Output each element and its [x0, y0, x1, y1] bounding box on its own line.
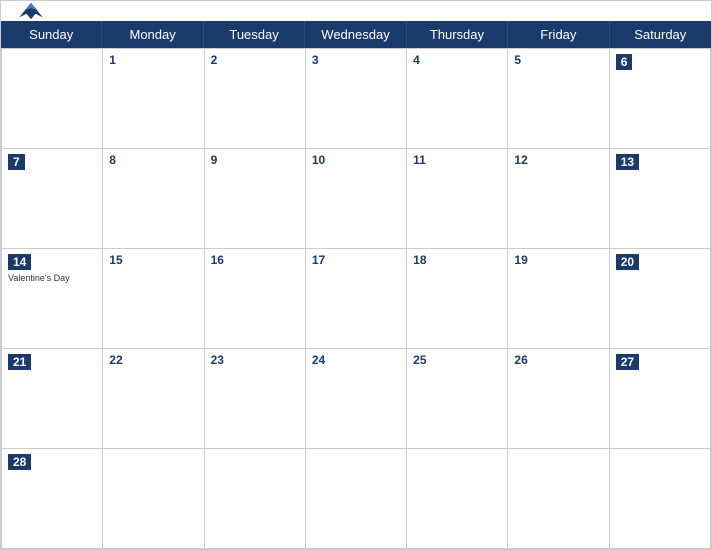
day-number: 10 — [312, 153, 400, 167]
day-cell: 11 — [407, 149, 508, 249]
day-number: 22 — [109, 353, 197, 367]
day-cell: 25 — [407, 349, 508, 449]
day-cell: 20 — [610, 249, 711, 349]
event-label: Valentine's Day — [8, 273, 96, 283]
day-cell: 21 — [2, 349, 103, 449]
day-cell: 10 — [306, 149, 407, 249]
day-number: 26 — [514, 353, 602, 367]
day-cell — [205, 449, 306, 549]
day-number: 23 — [211, 353, 299, 367]
day-number: 13 — [616, 154, 639, 170]
day-cell: 18 — [407, 249, 508, 349]
day-cell: 8 — [103, 149, 204, 249]
day-cell: 12 — [508, 149, 609, 249]
day-number: 16 — [211, 253, 299, 267]
day-cell — [306, 449, 407, 549]
day-number: 21 — [8, 354, 31, 370]
calendar-grid: 1234567891011121314Valentine's Day151617… — [1, 48, 711, 549]
day-cell: 14 Valentine's Day — [2, 249, 103, 349]
day-number: 20 — [616, 254, 639, 270]
day-cell: 13 — [610, 149, 711, 249]
day-number: 24 — [312, 353, 400, 367]
day-cell: 16 — [205, 249, 306, 349]
day-header-tuesday: Tuesday — [204, 21, 305, 48]
day-header-wednesday: Wednesday — [305, 21, 406, 48]
day-header-sunday: Sunday — [1, 21, 102, 48]
day-header-thursday: Thursday — [407, 21, 508, 48]
day-cell: 6 — [610, 49, 711, 149]
day-number: 2 — [211, 53, 299, 67]
day-cell — [103, 449, 204, 549]
day-number: 8 — [109, 153, 197, 167]
day-header-monday: Monday — [102, 21, 203, 48]
day-number: 28 — [8, 454, 31, 470]
day-number: 1 — [109, 53, 197, 67]
day-cell: 26 — [508, 349, 609, 449]
day-cell — [610, 449, 711, 549]
day-cell: 28 — [2, 449, 103, 549]
day-cell: 27 — [610, 349, 711, 449]
day-number: 5 — [514, 53, 602, 67]
day-cell: 3 — [306, 49, 407, 149]
day-number: 12 — [514, 153, 602, 167]
day-header-saturday: Saturday — [610, 21, 711, 48]
day-cell: 22 — [103, 349, 204, 449]
day-cell: 7 — [2, 149, 103, 249]
day-number: 3 — [312, 53, 400, 67]
day-number: 6 — [616, 54, 633, 70]
calendar: SundayMondayTuesdayWednesdayThursdayFrid… — [0, 0, 712, 550]
day-cell: 1 — [103, 49, 204, 149]
calendar-header — [1, 1, 711, 21]
day-cell: 4 — [407, 49, 508, 149]
day-cell: 23 — [205, 349, 306, 449]
day-number: 11 — [413, 153, 501, 167]
day-header-friday: Friday — [508, 21, 609, 48]
day-number: 15 — [109, 253, 197, 267]
day-headers-row: SundayMondayTuesdayWednesdayThursdayFrid… — [1, 21, 711, 48]
day-number: 25 — [413, 353, 501, 367]
day-cell — [407, 449, 508, 549]
day-cell — [2, 49, 103, 149]
day-cell: 17 — [306, 249, 407, 349]
day-cell: 5 — [508, 49, 609, 149]
day-number: 9 — [211, 153, 299, 167]
day-number: 17 — [312, 253, 400, 267]
day-number: 18 — [413, 253, 501, 267]
day-cell: 19 — [508, 249, 609, 349]
day-number: 14 — [8, 254, 31, 270]
logo — [17, 1, 45, 21]
day-number: 19 — [514, 253, 602, 267]
day-cell — [508, 449, 609, 549]
day-cell: 9 — [205, 149, 306, 249]
day-number: 7 — [8, 154, 25, 170]
day-cell: 15 — [103, 249, 204, 349]
day-number: 27 — [616, 354, 639, 370]
day-number: 4 — [413, 53, 501, 67]
day-cell: 24 — [306, 349, 407, 449]
day-cell: 2 — [205, 49, 306, 149]
